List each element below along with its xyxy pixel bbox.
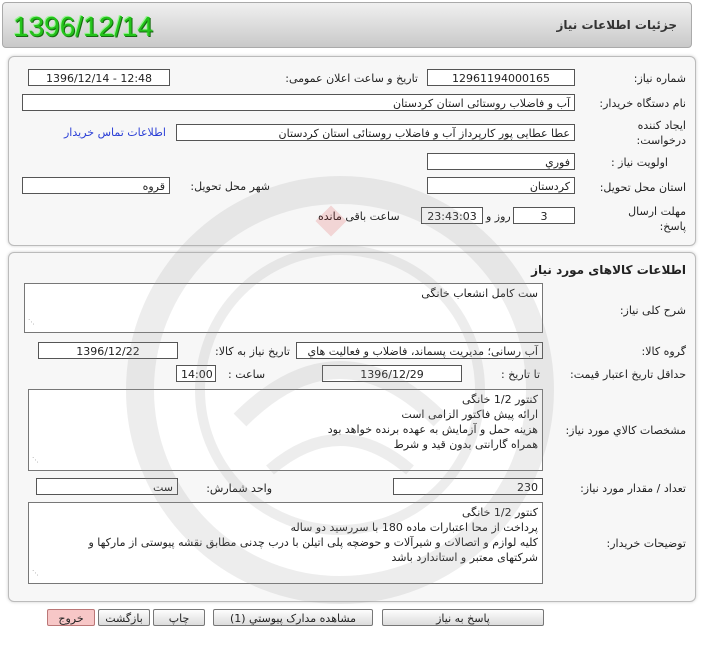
page-title: جزئیات اطلاعات نیاز bbox=[556, 18, 677, 32]
notes-line: کنتور 1/2 خانگی bbox=[461, 506, 538, 519]
qty-field: 230 bbox=[393, 478, 543, 495]
page-header: 1396/12/14 جزئیات اطلاعات نیاز bbox=[2, 2, 692, 48]
specs-line: ارائه پیش فاکتور الزامی است bbox=[401, 408, 538, 421]
priority-label: اولویت نیاز : bbox=[610, 156, 668, 169]
creator-field: عطا عطایی پور کارپرداز آب و فاضلاب روستا… bbox=[176, 124, 575, 141]
summary-textarea: ست کامل انشعاب خانگی ⋰ bbox=[24, 283, 543, 333]
need-date-field: 1396/12/22 bbox=[38, 342, 178, 359]
resize-grip-icon[interactable]: ⋰ bbox=[32, 566, 39, 581]
unit-field: ست bbox=[36, 478, 178, 495]
resize-grip-icon[interactable]: ⋰ bbox=[28, 315, 35, 330]
specs-label: مشخصات کالاي مورد نیاز: bbox=[565, 424, 686, 437]
city-field: قروه bbox=[22, 177, 170, 194]
priority-field: فوري bbox=[427, 153, 575, 170]
hour-label: ساعت : bbox=[228, 368, 266, 381]
buyer-org-label: نام دستگاه خریدار: bbox=[599, 97, 686, 110]
unit-label: واحد شمارش: bbox=[206, 482, 272, 495]
date-stamp: 1396/12/14 bbox=[13, 11, 154, 42]
buyer-contact-link[interactable]: اطلاعات تماس خریدار bbox=[64, 126, 166, 139]
creator-label: ایجاد کننده درخواست: bbox=[636, 119, 686, 147]
print-button[interactable]: چاپ bbox=[153, 609, 205, 626]
summary-text: ست کامل انشعاب خانگی bbox=[421, 287, 538, 300]
notes-line: پرداخت از محا اعتبارات ماده 180 با سررسی… bbox=[290, 521, 538, 534]
need-number-label: شماره نیاز: bbox=[633, 72, 686, 85]
need-number-field: 1296119400016‌5 bbox=[427, 69, 575, 86]
exit-button[interactable]: خروج bbox=[47, 609, 95, 626]
specs-line: هزینه حمل و آزمایش به عهده برنده خواهد ب… bbox=[327, 423, 538, 436]
validity-date-field: 1396/12/29 bbox=[322, 365, 462, 382]
resize-grip-icon[interactable]: ⋰ bbox=[32, 453, 39, 468]
deadline-label: مهلت ارسال پاسخ: bbox=[628, 205, 686, 233]
validity-time-field: 14:00 bbox=[176, 365, 216, 382]
notes-line: شرکتهای معتبر و استاندارد باشد bbox=[391, 551, 538, 564]
back-button[interactable]: بازگشت bbox=[98, 609, 150, 626]
goods-section-title: اطلاعات کالاهای مورد نیاز bbox=[531, 263, 686, 277]
buyer-org-field: آب و فاضلاب روستائی استان کردستان bbox=[22, 94, 575, 111]
specs-textarea: کنتور 1/2 خانگی ارائه پیش فاکتور الزامی … bbox=[28, 389, 543, 471]
time-left-label: ساعت باقی مانده bbox=[318, 210, 400, 223]
buyer-notes-label: توضیحات خریدار: bbox=[606, 537, 687, 550]
until-label: تا تاریخ : bbox=[501, 368, 540, 381]
buyer-notes-textarea: کنتور 1/2 خانگی پرداخت از محا اعتبارات م… bbox=[28, 502, 543, 584]
validity-label: حداقل تاریخ اعتبار قیمت: bbox=[570, 368, 686, 381]
city-label: شهر محل تحویل: bbox=[190, 180, 270, 193]
specs-line: همراه گارانتی بدون قید و شرط bbox=[393, 438, 538, 451]
province-label: استان محل تحویل: bbox=[599, 181, 686, 194]
group-field: آب رسانی؛ مدیریت پسماند، فاضلاب و فعالیت… bbox=[296, 342, 543, 359]
announce-field: 1396/12/14 - 12:48 bbox=[28, 69, 170, 86]
time-left-field: 23:43:03 bbox=[421, 207, 483, 224]
specs-line: کنتور 1/2 خانگی bbox=[461, 393, 538, 406]
reply-button[interactable]: پاسخ به نیاز bbox=[382, 609, 544, 626]
attachments-button[interactable]: مشاهده مدارک پیوستي (1) bbox=[213, 609, 373, 626]
need-date-label: تاریخ نیاز به کالا: bbox=[215, 345, 290, 358]
notes-line: کلیه لوازم و اتصالات و شیرآلات و حوضچه پ… bbox=[88, 536, 538, 549]
days-label: روز و bbox=[486, 210, 511, 223]
qty-label: تعداد / مقدار مورد نیاز: bbox=[580, 482, 686, 495]
group-label: گروه کالا: bbox=[641, 345, 686, 358]
summary-label: شرح کلی نیاز: bbox=[619, 304, 686, 317]
days-field: 3 bbox=[513, 207, 575, 224]
announce-label: تاریخ و ساعت اعلان عمومی: bbox=[285, 72, 418, 85]
province-field: کردستان bbox=[427, 177, 575, 194]
